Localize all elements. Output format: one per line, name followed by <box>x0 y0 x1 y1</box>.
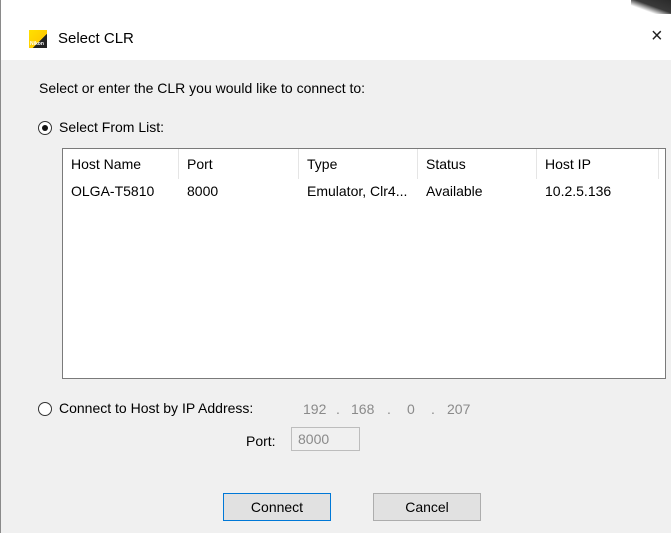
cell-port: 8000 <box>187 183 219 199</box>
select-from-list-label[interactable]: Select From List: <box>59 119 164 135</box>
ip-octet-1[interactable]: 192 <box>303 401 326 417</box>
connect-by-ip-radio[interactable] <box>38 402 52 416</box>
connect-button[interactable]: Connect <box>223 493 331 521</box>
ip-octet-4[interactable]: 207 <box>447 401 470 417</box>
dialog-body: Select or enter the CLR you would like t… <box>1 60 671 533</box>
column-header-host-name[interactable]: Host Name <box>63 149 179 179</box>
app-icon-text: Nikon <box>30 41 44 47</box>
cancel-button[interactable]: Cancel <box>373 493 481 521</box>
select-clr-dialog: Nikon Select CLR × Select or enter the C… <box>0 0 671 533</box>
port-input[interactable]: 8000 <box>291 427 360 451</box>
select-from-list-radio[interactable] <box>38 121 52 135</box>
ip-octet-2[interactable]: 168 <box>351 401 374 417</box>
column-header-port[interactable]: Port <box>179 149 299 179</box>
cell-host-name: OLGA-T5810 <box>71 183 155 199</box>
ip-dot-separator: . <box>387 401 391 417</box>
cell-status: Available <box>426 183 483 199</box>
list-header: Host Name Port Type Status Host IP <box>63 149 665 179</box>
cell-type: Emulator, Clr4... <box>307 183 408 199</box>
port-label: Port: <box>246 433 276 449</box>
ip-octet-3[interactable]: 0 <box>407 401 415 417</box>
desktop-background-corner <box>631 0 671 14</box>
title-bar: Nikon Select CLR × <box>1 16 671 60</box>
connect-by-ip-label[interactable]: Connect to Host by IP Address: <box>59 400 253 416</box>
clr-host-list[interactable]: Host Name Port Type Status Host IP OLGA-… <box>62 148 666 379</box>
column-header-host-ip[interactable]: Host IP <box>537 149 659 179</box>
cell-host-ip: 10.2.5.136 <box>545 183 612 199</box>
column-header-type[interactable]: Type <box>299 149 418 179</box>
ip-dot-separator: . <box>336 401 340 417</box>
column-header-status[interactable]: Status <box>418 149 537 179</box>
window-title: Select CLR <box>58 30 134 47</box>
table-row[interactable]: OLGA-T5810 8000 Emulator, Clr4... Availa… <box>63 179 665 203</box>
nikon-app-icon: Nikon <box>29 30 47 48</box>
close-icon[interactable]: × <box>651 26 663 46</box>
ip-dot-separator: . <box>431 401 435 417</box>
instruction-text: Select or enter the CLR you would like t… <box>39 80 366 96</box>
